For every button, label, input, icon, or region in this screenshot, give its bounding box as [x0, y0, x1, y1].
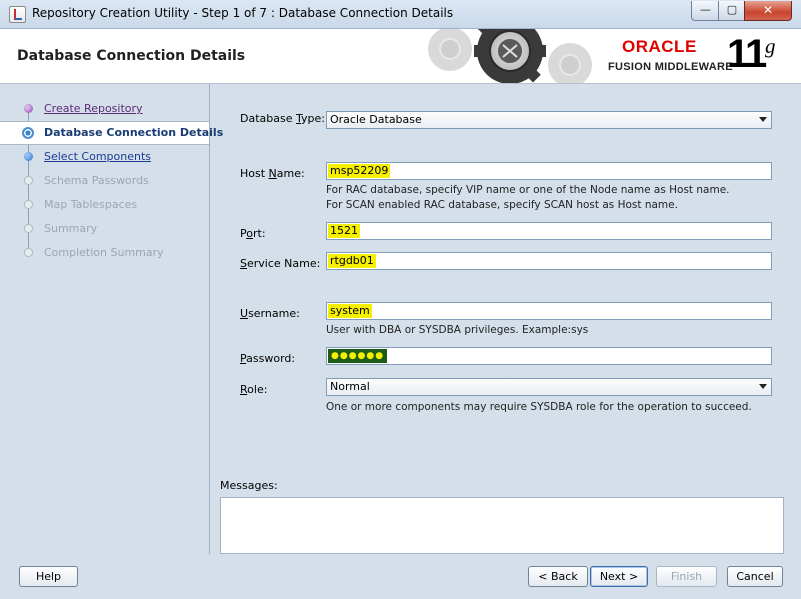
finish-button: Finish	[656, 566, 717, 587]
nav-step-map-tablespaces: Map Tablespaces	[0, 194, 209, 216]
nav-step-select-components[interactable]: Select Components	[0, 146, 209, 168]
step-link-icon	[24, 152, 33, 161]
minimize-button[interactable]: —	[691, 1, 720, 21]
nav-step-schema-passwords: Schema Passwords	[0, 170, 209, 192]
port-label: Port:	[240, 227, 266, 240]
nav-step-label: Map Tablespaces	[44, 198, 138, 211]
host-name-hint-rac: For RAC database, specify VIP name or on…	[326, 184, 730, 196]
step-done-icon	[24, 104, 33, 113]
service-name-label: Service Name:	[240, 257, 321, 270]
username-input[interactable]: system	[326, 302, 772, 320]
port-input[interactable]: 1521	[326, 222, 772, 240]
service-name-input[interactable]: rtgdb01	[326, 252, 772, 270]
gears-icon	[428, 29, 592, 83]
nav-step-summary: Summary	[0, 218, 209, 240]
step-pending-icon	[24, 224, 33, 233]
close-icon: ✕	[762, 3, 774, 17]
step-current-icon	[22, 127, 34, 139]
messages-label: Messages:	[220, 479, 278, 492]
host-name-value: msp52209	[328, 164, 391, 178]
role-hint: One or more components may require SYSDB…	[326, 401, 752, 413]
host-name-label: Host Name:	[240, 167, 305, 180]
password-label: Password:	[240, 352, 296, 365]
maximize-icon: ▢	[726, 3, 738, 16]
fusion-middleware-label: FUSION MIDDLEWARE	[608, 61, 733, 73]
host-name-input[interactable]: msp52209	[326, 162, 772, 180]
oracle-logo: ORACLE	[622, 37, 697, 56]
nav-step-label: Database Connection Details	[44, 126, 224, 139]
help-button[interactable]: Help	[19, 566, 78, 587]
port-value: 1521	[328, 224, 360, 238]
role-value: Normal	[330, 380, 370, 393]
version-number: 11	[727, 32, 767, 76]
cancel-button[interactable]: Cancel	[727, 566, 783, 587]
step-navigation: Create Repository Database Connection De…	[0, 84, 223, 554]
chevron-down-icon	[759, 384, 767, 389]
nav-step-create-repository[interactable]: Create Repository	[0, 98, 209, 120]
nav-step-label: Completion Summary	[44, 246, 164, 259]
username-label: Username:	[240, 307, 300, 320]
java-cup-icon[interactable]	[9, 6, 26, 23]
chevron-down-icon	[759, 117, 767, 122]
username-value: system	[328, 304, 372, 318]
password-mask: ●●●●●●	[328, 349, 388, 363]
step-pending-icon	[24, 248, 33, 257]
nav-step-completion-summary: Completion Summary	[0, 242, 209, 264]
messages-area[interactable]	[220, 497, 784, 554]
database-type-select[interactable]: Oracle Database	[326, 111, 772, 129]
nav-step-label: Select Components	[44, 150, 152, 163]
page-title: Database Connection Details	[17, 48, 246, 64]
nav-step-label: Schema Passwords	[44, 174, 149, 187]
host-name-hint-scan: For SCAN enabled RAC database, specify S…	[326, 199, 678, 211]
password-input[interactable]: ●●●●●●	[326, 347, 772, 365]
next-button[interactable]: Next >	[590, 566, 648, 587]
maximize-button[interactable]: ▢	[718, 1, 746, 21]
back-button[interactable]: < Back	[528, 566, 588, 587]
step-pending-icon	[24, 200, 33, 209]
role-select[interactable]: Normal	[326, 378, 772, 396]
nav-step-label: Summary	[44, 222, 98, 235]
page-header: Database Connection Details ORACLE FUSIO…	[0, 29, 801, 84]
close-button[interactable]: ✕	[744, 1, 792, 21]
service-name-value: rtgdb01	[328, 254, 376, 268]
minimize-icon: —	[700, 3, 711, 16]
username-hint: User with DBA or SYSDBA privileges. Exam…	[326, 324, 589, 336]
role-label: Role:	[240, 383, 268, 396]
step-pending-icon	[24, 176, 33, 185]
version-suffix: g	[765, 34, 776, 58]
nav-step-database-connection-details[interactable]: Database Connection Details	[0, 121, 223, 145]
database-type-value: Oracle Database	[330, 113, 422, 126]
window-title: Repository Creation Utility - Step 1 of …	[32, 6, 454, 20]
nav-step-label: Create Repository	[44, 102, 143, 115]
title-bar: Repository Creation Utility - Step 1 of …	[0, 0, 801, 29]
database-type-label: Database Type:	[240, 112, 325, 125]
